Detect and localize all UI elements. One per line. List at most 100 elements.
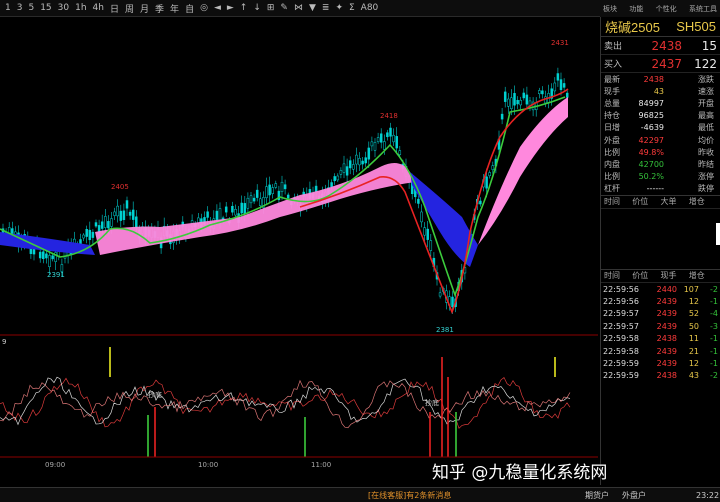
stat-label: 比例 [604, 172, 620, 182]
tick-row: 22:59:56 2440 107 -2 [601, 283, 720, 295]
tick-vol: 12 [688, 358, 699, 368]
toolbar-item[interactable]: ⊞ [264, 3, 278, 13]
stat-row: 比例 49.8% 昨收 [601, 146, 720, 158]
buy-row[interactable]: 买入 2437 122 [601, 55, 720, 73]
buy-price: 2437 [651, 56, 682, 71]
toolbar-item[interactable]: 周 [122, 2, 137, 15]
stat-label: 最新 [604, 74, 620, 84]
tick-vol: 11 [688, 334, 699, 344]
sub-label: 9 [2, 338, 6, 346]
service-message[interactable]: [在线客服]有2条新消息 [368, 490, 451, 501]
tick-vol: 21 [688, 346, 699, 356]
toolbar-item[interactable]: 月 [137, 2, 152, 15]
tick-h-vol: 现手 [660, 271, 677, 281]
stat-label-2: 均价 [698, 135, 714, 145]
outer-account-button[interactable]: 外盘户 [622, 490, 646, 501]
stat-value: 96825 [638, 111, 664, 121]
tick-price: 2439 [656, 358, 677, 368]
top-menu-item[interactable]: 功能 [629, 4, 643, 14]
tick-time: 22:59:58 [603, 334, 639, 344]
tick-vol: 52 [688, 309, 699, 319]
tick-oi: -1 [710, 346, 718, 356]
stat-value: 50.2% [638, 172, 664, 182]
toolbar-item[interactable]: 1 [2, 3, 14, 13]
stat-row: 比例 50.2% 涨停 [601, 171, 720, 183]
scroll-thumb[interactable] [716, 222, 720, 245]
sell-row[interactable]: 卖出 2438 15 [601, 37, 720, 55]
stat-value: 2438 [643, 74, 664, 84]
mid-h-oi: 增仓 [688, 197, 705, 207]
stat-row: 外盘 42297 均价 [601, 134, 720, 146]
toolbar-item[interactable]: 15 [37, 3, 54, 13]
stat-label: 总量 [604, 98, 620, 108]
stat-label-2: 昨收 [698, 147, 714, 157]
toolbar-item[interactable]: ✎ [277, 3, 291, 13]
tick-h-price: 价位 [632, 271, 649, 281]
tick-oi: -1 [710, 334, 718, 344]
toolbar-item[interactable]: ⋈ [291, 3, 306, 13]
top-menu-item[interactable]: 板块 [603, 4, 617, 14]
label-2391: 2391 [47, 271, 65, 279]
stat-label-2: 跌停 [698, 184, 714, 194]
tick-header: 时间 价位 现手 增仓 [601, 268, 720, 283]
label-2418: 2418 [380, 112, 398, 120]
toolbar-item[interactable]: 季 [152, 2, 167, 15]
kline-chart[interactable]: 2431 2418 2405 2391 2381 9 抄底 抄底 09:00 1… [0, 17, 598, 485]
status-bar: [在线客服]有2条新消息 期货户 外盘户 23:22 [0, 487, 720, 502]
tick-price: 2440 [656, 284, 677, 294]
tick-list: 22:59:56 2440 107 -2 22:59:56 2439 12 -1 22:59:5… [601, 283, 720, 382]
buy-vol: 122 [694, 56, 717, 71]
tick-oi: -3 [710, 321, 718, 331]
tick-row: 22:59:57 2439 52 -4 [601, 308, 720, 320]
stats-table: 最新 2438 涨跌 现手 43 速涨 总量 84997 开盘 持仓 96825 最高 日增 -4639 最… [601, 73, 720, 195]
tick-row: 22:59:59 2438 43 -2 [601, 370, 720, 382]
toolbar-item[interactable]: 1h [72, 3, 89, 13]
toolbar-item[interactable]: 自 [182, 2, 197, 15]
stat-value: 84997 [638, 98, 664, 108]
mid-h-time: 时间 [604, 197, 620, 207]
stat-row: 日增 -4639 最低 [601, 122, 720, 134]
toolbar-item[interactable]: ↓ [250, 3, 264, 13]
tick-price: 2439 [656, 321, 677, 331]
stat-label-2: 速涨 [698, 86, 714, 96]
tick-oi: -2 [710, 284, 718, 294]
stat-label: 比例 [604, 147, 620, 157]
clock: 23:22 [696, 490, 720, 500]
toolbar-item[interactable]: 年 [167, 2, 182, 15]
instrument-code: SH505 [676, 19, 716, 34]
tick-oi: -2 [710, 371, 718, 381]
time-0900: 09:00 [45, 461, 65, 469]
stat-label-2: 涨跌 [698, 74, 714, 84]
toolbar-item[interactable]: ↑ [237, 3, 251, 13]
toolbar-item[interactable]: ◄ [211, 3, 224, 13]
tick-h-time: 时间 [604, 271, 620, 281]
period-toolbar: 1 3 5 15 30 1h 4h 日周月季年自 ◎ ◄ ► ↑ ↓ ⊞ ✎ ⋈ ▼ ≣ ✦ Σ A80 [0, 0, 600, 17]
tick-vol: 43 [688, 371, 699, 381]
toolbar-item[interactable]: 5 [25, 3, 37, 13]
toolbar-item[interactable]: 日 [107, 2, 122, 15]
stat-row: 最新 2438 涨跌 [601, 73, 720, 85]
tick-row: 22:59:56 2439 12 -1 [601, 295, 720, 307]
toolbar-item[interactable]: ► [224, 3, 237, 13]
toolbar-item[interactable]: ▼ [306, 3, 319, 13]
toolbar-item[interactable]: Σ [346, 3, 358, 13]
toolbar-item[interactable]: 30 [55, 3, 72, 13]
toolbar-item[interactable]: 4h [90, 3, 107, 13]
toolbar-item[interactable]: ◎ [197, 3, 211, 13]
tick-row: 22:59:59 2439 12 -1 [601, 357, 720, 369]
instrument-header: 烧碱2505 SH505 [601, 17, 720, 37]
toolbar-item[interactable]: A80 [358, 3, 382, 13]
tick-oi: -1 [710, 296, 718, 306]
buy-mark-1: 抄底 [148, 390, 162, 399]
sell-label: 卖出 [604, 42, 623, 52]
stat-value: 49.8% [638, 147, 664, 157]
toolbar-item[interactable]: ≣ [319, 3, 333, 13]
stat-label: 现手 [604, 86, 620, 96]
toolbar-item[interactable]: ✦ [332, 3, 346, 13]
top-menu-item[interactable]: 个性化 [656, 4, 677, 14]
top-menu-item[interactable]: 系统工具 [689, 4, 717, 14]
futures-account-button[interactable]: 期货户 [585, 490, 609, 501]
stat-row: 现手 43 速涨 [601, 85, 720, 97]
toolbar-item[interactable]: 3 [14, 3, 26, 13]
stat-label-2: 最低 [698, 123, 714, 133]
